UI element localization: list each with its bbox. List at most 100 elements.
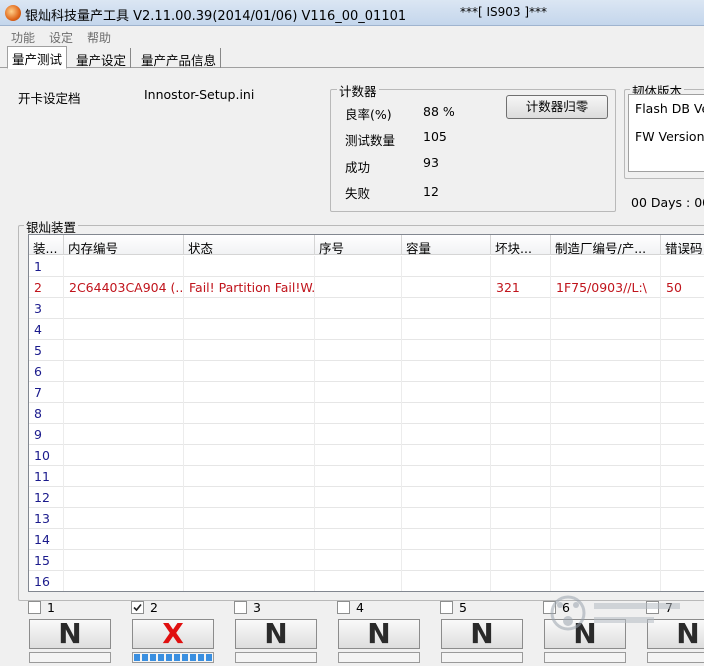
- success-value: 93: [423, 155, 439, 170]
- cell-memory-id: [64, 424, 184, 445]
- slot-number: 5: [459, 600, 467, 615]
- cell-serial: [315, 340, 402, 361]
- slot-checkbox[interactable]: [28, 601, 41, 614]
- table-row[interactable]: 11: [29, 466, 704, 487]
- cell-slot: 5: [29, 340, 64, 361]
- table-row[interactable]: 1: [29, 256, 704, 277]
- slot-number: 4: [356, 600, 364, 615]
- table-row[interactable]: 9: [29, 424, 704, 445]
- slot-number: 3: [253, 600, 261, 615]
- cell-status: [184, 424, 315, 445]
- cell-status: [184, 571, 315, 591]
- cell-status: [184, 466, 315, 487]
- fail-label: 失败: [345, 186, 371, 201]
- slot-status-button[interactable]: N: [235, 619, 317, 649]
- column-header-memory-id[interactable]: 内存编号: [64, 235, 184, 255]
- column-header-maker[interactable]: 制造厂编号/产...: [551, 235, 661, 255]
- cell-error-code: [661, 256, 704, 277]
- slot-checkbox[interactable]: [440, 601, 453, 614]
- tab-production-settings[interactable]: 量产设定: [72, 48, 132, 68]
- device-list[interactable]: 装... 内存编号 状态 序号 容量 坏块... 制造厂编号/产... 错误码 …: [28, 234, 704, 592]
- table-row[interactable]: 2 2C64403CA904 (... Fail! Partition Fail!W…: [29, 277, 704, 298]
- cell-bad-blocks: [491, 487, 551, 508]
- cell-status: [184, 382, 315, 403]
- cell-bad-blocks: [491, 466, 551, 487]
- cell-slot: 6: [29, 361, 64, 382]
- cell-memory-id: [64, 382, 184, 403]
- cell-error-code: [661, 550, 704, 571]
- cell-memory-id: [64, 361, 184, 382]
- flash-db-version: Flash DB Vers: [635, 101, 704, 116]
- column-header-capacity[interactable]: 容量: [402, 235, 491, 255]
- table-row[interactable]: 14: [29, 529, 704, 550]
- tab-product-info[interactable]: 量产产品信息: [137, 48, 222, 68]
- column-header-slot[interactable]: 装...: [29, 235, 64, 255]
- cell-serial: [315, 529, 402, 550]
- slot-checkbox[interactable]: [234, 601, 247, 614]
- table-row[interactable]: 15: [29, 550, 704, 571]
- column-header-error-code[interactable]: 错误码: [661, 235, 704, 255]
- cell-maker: [551, 487, 661, 508]
- cell-bad-blocks: [491, 361, 551, 382]
- cell-memory-id: [64, 319, 184, 340]
- table-row[interactable]: 12: [29, 487, 704, 508]
- table-row[interactable]: 10: [29, 445, 704, 466]
- cell-capacity: [402, 529, 491, 550]
- config-file-label: 开卡设定档: [18, 91, 81, 106]
- cell-error-code: [661, 403, 704, 424]
- cell-slot: 11: [29, 466, 64, 487]
- cell-error-code: [661, 319, 704, 340]
- tab-production-test[interactable]: 量产测试: [7, 46, 68, 69]
- table-row[interactable]: 5: [29, 340, 704, 361]
- cell-capacity: [402, 277, 491, 298]
- column-header-serial[interactable]: 序号: [315, 235, 402, 255]
- column-header-bad-blocks[interactable]: 坏块...: [491, 235, 551, 255]
- config-file-value: Innostor-Setup.ini: [144, 87, 255, 102]
- yield-label: 良率(%): [345, 107, 392, 122]
- cell-capacity: [402, 382, 491, 403]
- slot-status-button[interactable]: N: [441, 619, 523, 649]
- cell-status: [184, 508, 315, 529]
- menu-function[interactable]: 功能: [11, 29, 35, 46]
- tested-count-label: 测试数量: [345, 133, 396, 148]
- slot-checkbox[interactable]: [131, 601, 144, 614]
- slot-status-button[interactable]: N: [338, 619, 420, 649]
- reset-counter-button[interactable]: 计数器归零: [506, 95, 608, 119]
- table-row[interactable]: 3: [29, 298, 704, 319]
- cell-slot: 8: [29, 403, 64, 424]
- cell-status: [184, 361, 315, 382]
- cell-bad-blocks: [491, 382, 551, 403]
- cell-serial: [315, 424, 402, 445]
- cell-maker: [551, 256, 661, 277]
- cell-maker: 1F75/0903//L:\: [551, 277, 661, 298]
- table-row[interactable]: 8: [29, 403, 704, 424]
- cell-slot: 10: [29, 445, 64, 466]
- table-row[interactable]: 6: [29, 361, 704, 382]
- cell-serial: [315, 466, 402, 487]
- table-row[interactable]: 13: [29, 508, 704, 529]
- table-row[interactable]: 7: [29, 382, 704, 403]
- cell-status: [184, 403, 315, 424]
- slot-fail-indicator[interactable]: X: [132, 619, 214, 649]
- cell-error-code: [661, 424, 704, 445]
- cell-error-code: [661, 340, 704, 361]
- table-row[interactable]: 4: [29, 319, 704, 340]
- fail-value: 12: [423, 184, 439, 199]
- slot-checkbox[interactable]: [337, 601, 350, 614]
- menu-settings[interactable]: 设定: [49, 29, 73, 46]
- cell-memory-id: [64, 466, 184, 487]
- success-label: 成功: [345, 160, 371, 175]
- column-header-status[interactable]: 状态: [184, 235, 315, 255]
- slot-status-button[interactable]: N: [29, 619, 111, 649]
- cell-capacity: [402, 424, 491, 445]
- title-bar: 银灿科技量产工具 V2.11.00.39(2014/01/06) V116_00…: [0, 0, 704, 26]
- cell-memory-id: [64, 340, 184, 361]
- cell-error-code: [661, 382, 704, 403]
- cell-maker: [551, 529, 661, 550]
- cell-bad-blocks: [491, 403, 551, 424]
- cell-capacity: [402, 466, 491, 487]
- menu-help[interactable]: 帮助: [87, 29, 111, 46]
- cell-slot: 15: [29, 550, 64, 571]
- cell-capacity: [402, 340, 491, 361]
- checkmark-icon: [133, 603, 142, 612]
